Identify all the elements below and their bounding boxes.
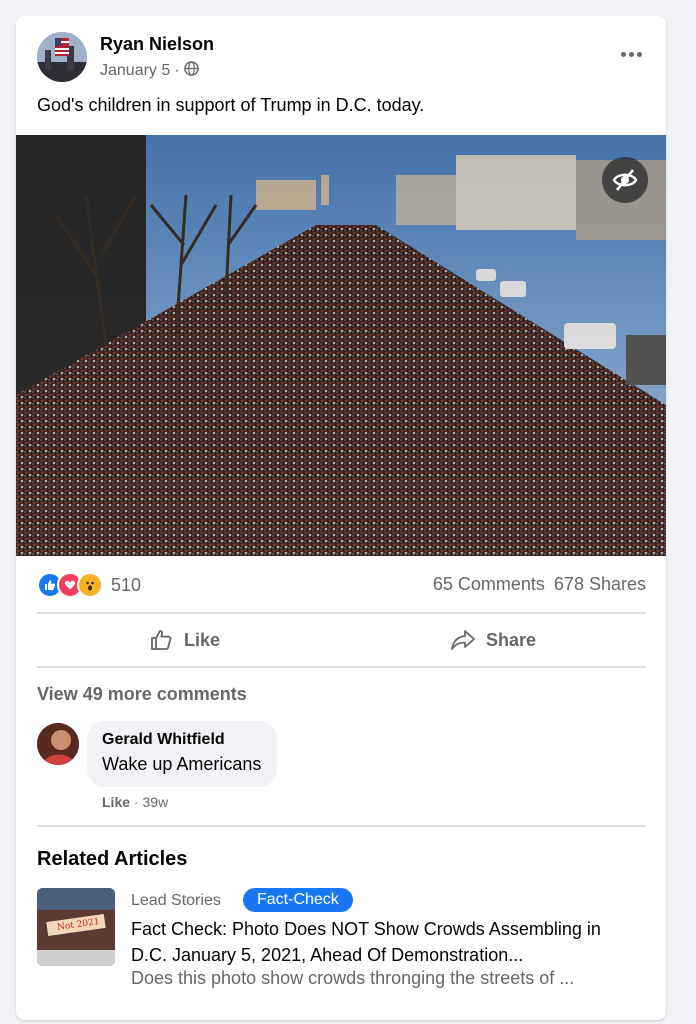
view-more-comments[interactable]: View 49 more comments [37, 684, 247, 705]
comments-count[interactable]: 65 Comments [433, 574, 545, 595]
post-date[interactable]: January 5 [100, 62, 170, 80]
shares-count[interactable]: 678 Shares [554, 574, 646, 595]
article-source[interactable]: Lead Stories [131, 892, 221, 910]
share-arrow-icon [451, 630, 475, 650]
thumbs-up-icon [151, 630, 172, 650]
commenter-avatar[interactable] [37, 723, 79, 765]
globe-icon [183, 61, 199, 81]
eye-slash-icon [612, 169, 638, 191]
share-label: Share [486, 629, 537, 650]
article-thumbnail[interactable]: Not 2021 [37, 888, 115, 966]
more-options-button[interactable] [616, 44, 646, 64]
article-description: Does this photo show crowds thronging th… [131, 968, 575, 988]
comment-like-button[interactable]: Like [102, 794, 130, 810]
fact-check-badge: Fact-Check [243, 888, 353, 912]
reaction-count: 510 [111, 574, 142, 595]
post-photo[interactable] [16, 135, 666, 556]
like-label: Like [184, 629, 221, 650]
author-name[interactable]: Ryan Nielson [100, 34, 214, 55]
comment-separator: · [133, 794, 139, 810]
wow-reaction-icon [77, 572, 103, 598]
comment-time[interactable]: 39w [142, 794, 168, 810]
reaction-summary[interactable]: 510 [37, 572, 141, 598]
share-button[interactable]: Share [450, 628, 536, 652]
divider [37, 825, 646, 827]
like-button[interactable]: Like [150, 628, 220, 652]
post-meta: January 5 · [100, 61, 199, 81]
hide-photo-button[interactable] [602, 157, 648, 203]
author-avatar[interactable] [37, 32, 87, 82]
divider [37, 666, 646, 668]
engagement-counts: 65 Comments 678 Shares [433, 574, 646, 595]
more-options-icon [620, 51, 626, 57]
related-articles-heading: Related Articles [37, 848, 188, 870]
meta-separator: · [174, 62, 180, 79]
article-title[interactable]: Fact Check: Photo Does NOT Show Crowds A… [131, 916, 631, 968]
divider [37, 612, 646, 614]
comment-text: Wake up Americans [102, 754, 262, 774]
comment-meta: Like · 39w [102, 794, 168, 810]
post-card: Ryan Nielson January 5 · God's children … [16, 16, 666, 1020]
post-text: God's children in support of Trump in D.… [37, 95, 425, 115]
comment-author[interactable]: Gerald Whitfield [102, 731, 261, 749]
comment-bubble: Gerald Whitfield Wake up Americans [87, 721, 278, 787]
